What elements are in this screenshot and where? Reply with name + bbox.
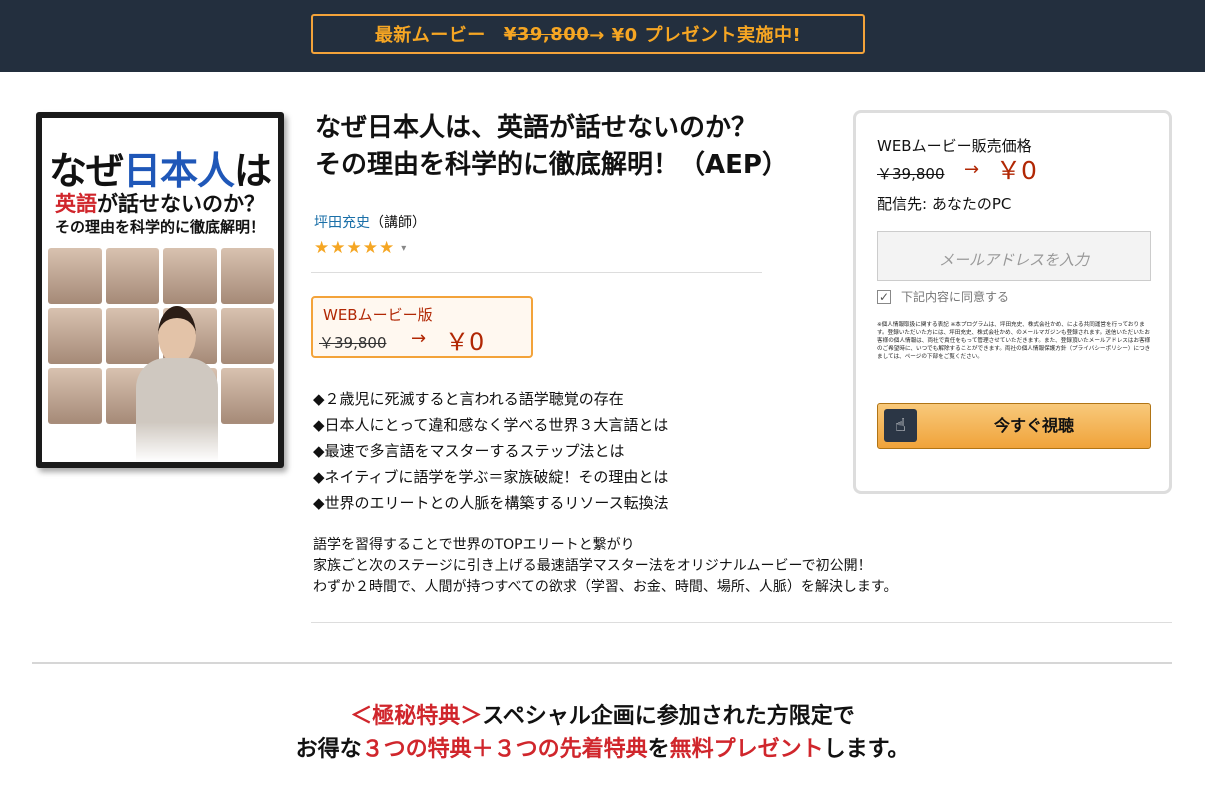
cover-title-line2: 英語が話せないのか？ bbox=[55, 192, 265, 216]
cover-title-line3: その理由を科学的に徹底解明！ bbox=[54, 218, 265, 236]
author-link[interactable]: 坪田充史 bbox=[314, 215, 370, 231]
rating-stars[interactable]: ★★★★★ ▾ bbox=[314, 238, 407, 258]
promo-suffix: → ¥0 プレゼント実施中! bbox=[589, 25, 802, 46]
top-banner: 最新ムービー ¥39,800 → ¥0 プレゼント実施中! bbox=[0, 0, 1205, 72]
star-icons: ★★★★★ bbox=[314, 238, 396, 258]
author-line: 坪田充史（講師） bbox=[314, 212, 426, 232]
watch-now-button[interactable]: ☝ 今すぐ視聴 bbox=[877, 403, 1151, 449]
buybox-old-price: ￥39,800 bbox=[877, 165, 945, 183]
chevron-down-icon[interactable]: ▾ bbox=[401, 243, 407, 254]
checkbox-checked-icon[interactable]: ✓ bbox=[877, 289, 891, 304]
agree-checkbox-row[interactable]: ✓ 下記内容に同意する bbox=[877, 288, 1009, 305]
list-item: ◆最速で多言語をマスターするステップ法とは bbox=[313, 442, 625, 460]
agree-label: 下記内容に同意する bbox=[901, 290, 1010, 304]
product-description: 語学を習得することで世界のTOPエリートと繋がり 家族ごと次のステージに引き上げ… bbox=[313, 537, 898, 595]
feature-list: ◆２歳児に死滅すると言われる語学聴覚の存在 ◆日本人にとって違和感なく学べる世界… bbox=[313, 386, 669, 516]
list-item: ◆２歳児に死滅すると言われる語学聴覚の存在 bbox=[313, 390, 624, 408]
cover-title-line1: なぜ日本人は bbox=[48, 149, 272, 193]
section-divider bbox=[32, 662, 1172, 664]
promo-prefix: 最新ムービー bbox=[374, 25, 486, 46]
price-option-new: ￥0 bbox=[445, 328, 485, 356]
author-role: （講師） bbox=[370, 215, 426, 231]
promo-old-price: ¥39,800 bbox=[503, 23, 590, 45]
divider bbox=[311, 622, 1172, 623]
privacy-fine-print: ※個人情報取扱に関する表記 ※本プログラムは、坪田充史、株式会社かめ、による共同… bbox=[877, 322, 1151, 360]
product-cover-image[interactable]: なぜ日本人は 英語が話せないのか？ その理由を科学的に徹底解明！ bbox=[36, 112, 284, 468]
delivery-destination: 配信先: あなたのPC bbox=[877, 195, 1012, 213]
list-item: ◆世界のエリートとの人脈を構築するリソース転換法 bbox=[313, 494, 669, 512]
price-option-web-movie[interactable]: WEBムービー版 ￥39,800 → ￥0 bbox=[311, 296, 533, 358]
list-item: ◆ネイティブに語学を学ぶ＝家族破綻！その理由とは bbox=[313, 468, 669, 486]
email-input[interactable] bbox=[877, 231, 1151, 281]
list-item: ◆日本人にとって違和感なく学べる世界３大言語とは bbox=[313, 416, 669, 434]
pointer-hand-icon: ☝ bbox=[884, 409, 917, 442]
product-title: なぜ日本人は、英語が話せないのか？ その理由を科学的に徹底解明！（AEP） bbox=[315, 113, 788, 180]
price-option-old: ￥39,800 bbox=[319, 334, 387, 352]
arrow-right-icon: → bbox=[964, 159, 980, 180]
buybox-new-price: ￥0 bbox=[996, 156, 1037, 185]
special-offer-heading: ＜極秘特典＞スペシャル企画に参加された方限定で お得な３つの特典＋３つの先着特典… bbox=[295, 704, 910, 762]
arrow-right-icon: → bbox=[411, 328, 427, 349]
buy-box: WEBムービー販売価格 ￥39,800 → ￥0 配信先: あなたのPC ✓ 下… bbox=[853, 110, 1172, 494]
price-option-label: WEBムービー版 bbox=[323, 306, 433, 324]
promo-banner[interactable]: 最新ムービー ¥39,800 → ¥0 プレゼント実施中! bbox=[311, 14, 865, 54]
watch-now-label: 今すぐ視聴 bbox=[993, 416, 1074, 435]
divider bbox=[311, 272, 762, 273]
